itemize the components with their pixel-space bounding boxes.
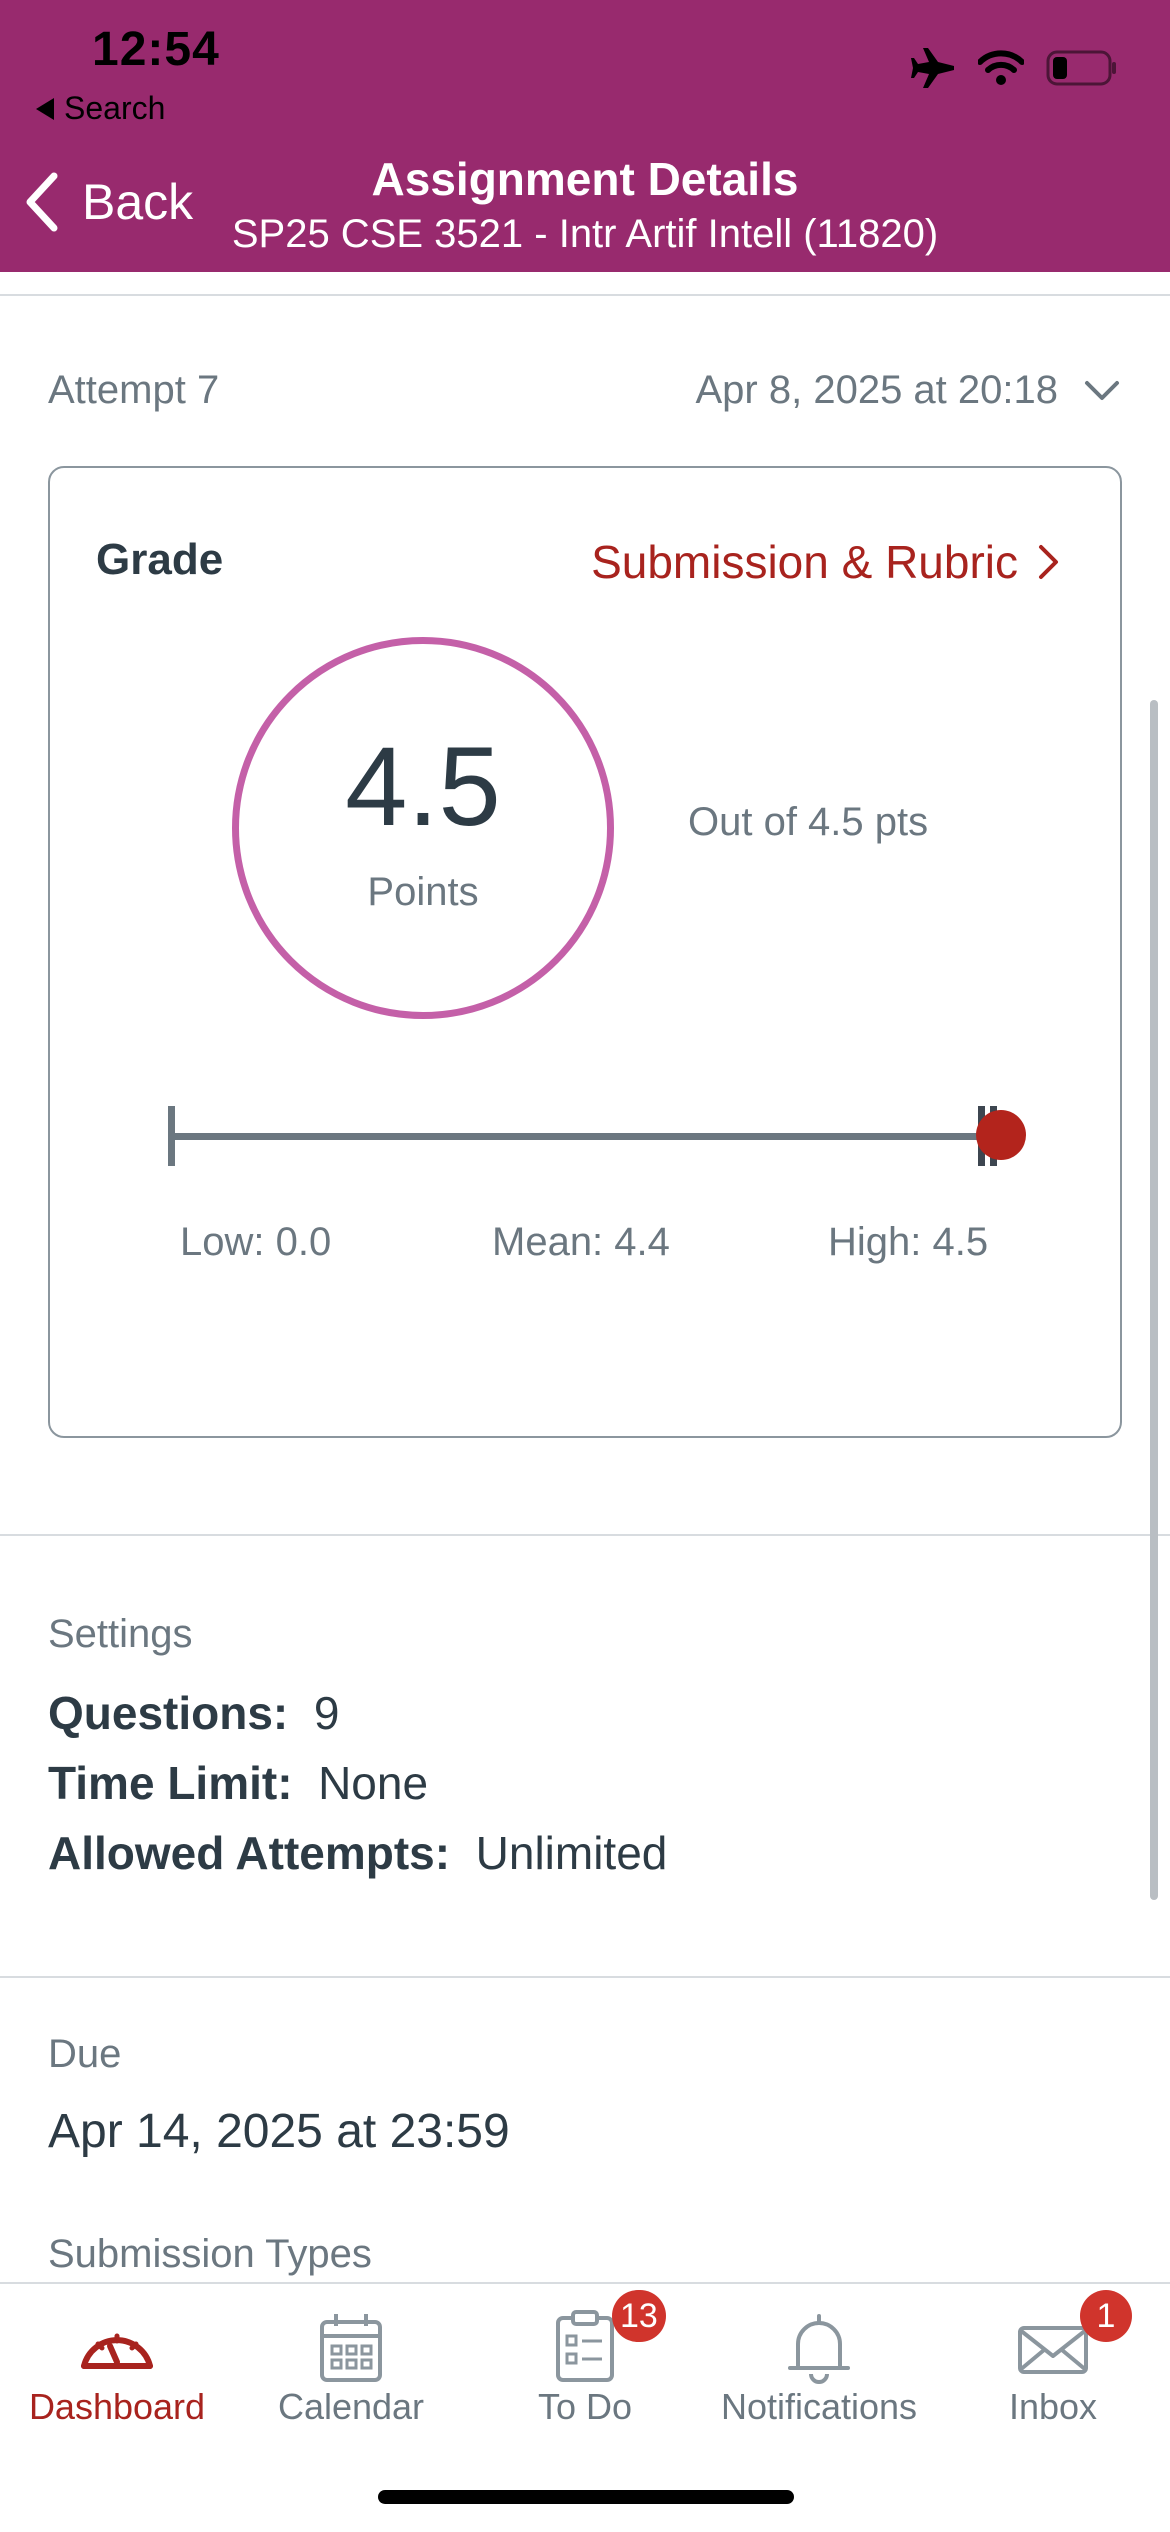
scrollbar[interactable] (1150, 700, 1158, 1900)
your-score-marker (976, 1110, 1026, 1160)
dashboard-icon (81, 2333, 153, 2369)
low-stat: Low: 0.0 (180, 1220, 332, 1264)
settings-label: Settings (48, 1612, 193, 1656)
app-header: 12:54 Search Back Assignment Details SP2… (0, 0, 1170, 272)
inbox-badge: 1 (1080, 2290, 1132, 2342)
tab-label: Inbox (1008, 2386, 1098, 2427)
calendar-icon (320, 2314, 382, 2382)
home-indicator[interactable] (378, 2490, 794, 2504)
divider (0, 1976, 1170, 1978)
tab-label: Dashboard (28, 2386, 206, 2427)
setting-key: Questions: (48, 1687, 289, 1739)
back-triangle-icon (36, 97, 54, 120)
tab-dashboard[interactable]: Dashboard (0, 2284, 234, 2444)
status-icons (910, 48, 1118, 88)
distribution-line (168, 1133, 998, 1140)
status-back-to-app[interactable]: Search (36, 90, 165, 127)
setting-allowed-attempts: Allowed Attempts: Unlimited (48, 1826, 667, 1880)
tab-todo[interactable]: To Do 13 (468, 2284, 702, 2444)
submission-types-label: Submission Types (48, 2232, 372, 2276)
due-label: Due (48, 2032, 122, 2076)
setting-value: 9 (313, 1687, 340, 1739)
chevron-down-icon (1085, 380, 1119, 400)
chevron-right-icon (1039, 545, 1058, 579)
status-back-label: Search (64, 90, 166, 126)
setting-time-limit: Time Limit: None (48, 1756, 428, 1810)
tab-inbox[interactable]: Inbox 1 (936, 2284, 1170, 2444)
bell-icon (788, 2314, 850, 2384)
high-stat: High: 4.5 (828, 1220, 989, 1264)
submission-rubric-label: Submission & Rubric (591, 536, 1018, 588)
page-title: Assignment Details (371, 153, 799, 205)
battery-icon (1046, 50, 1116, 86)
due-date: Apr 14, 2025 at 23:59 (48, 2105, 510, 2158)
grade-card (48, 466, 1122, 1438)
score-unit: Points (367, 870, 479, 914)
todo-badge: 13 (612, 2290, 666, 2342)
score-value: 4.5 (345, 724, 501, 849)
submission-rubric-link[interactable]: Submission & Rubric (591, 535, 1060, 589)
setting-key: Time Limit: (48, 1757, 293, 1809)
divider (0, 294, 1170, 296)
attempt-selector[interactable]: Apr 8, 2025 at 20:18 (696, 368, 1121, 413)
grade-title: Grade (96, 535, 224, 584)
points-possible: Out of 4.5 pts (688, 800, 929, 844)
setting-questions: Questions: 9 (48, 1686, 339, 1740)
setting-value: None (318, 1757, 429, 1809)
course-subtitle: SP25 CSE 3521 - Intr Artif Intell (11820… (231, 212, 939, 256)
status-time: 12:54 (92, 23, 220, 76)
tab-notifications[interactable]: Notifications (702, 2284, 936, 2444)
low-tick (168, 1106, 175, 1166)
wifi-icon (978, 50, 1024, 85)
tab-label: Calendar (277, 2386, 425, 2427)
setting-key: Allowed Attempts: (48, 1827, 451, 1879)
setting-value: Unlimited (475, 1827, 668, 1879)
tab-label: Notifications (720, 2386, 918, 2427)
tab-label: To Do (537, 2386, 633, 2427)
divider (0, 1534, 1170, 1536)
airplane-icon (911, 48, 954, 88)
attempt-label: Attempt 7 (48, 368, 220, 412)
score-distribution (168, 1100, 1028, 1170)
attempt-date: Apr 8, 2025 at 20:18 (695, 368, 1059, 412)
mean-stat: Mean: 4.4 (492, 1220, 670, 1264)
tab-calendar[interactable]: Calendar (234, 2284, 468, 2444)
